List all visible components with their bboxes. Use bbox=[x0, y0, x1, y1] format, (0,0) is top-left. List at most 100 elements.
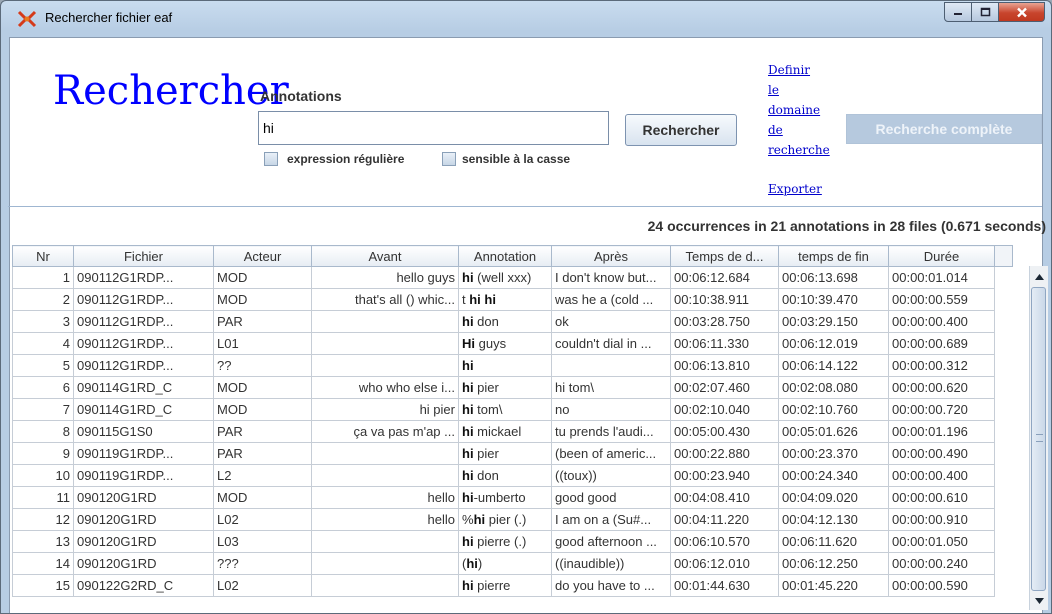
cell-file: 090114G1RD_C bbox=[73, 376, 214, 399]
cell-annotation: (hi) bbox=[458, 552, 552, 575]
table-row[interactable]: 4 090112G1RDP... L01 Hi guys couldn't dial i… bbox=[12, 332, 1013, 355]
col-header-annotation[interactable]: Annotation bbox=[458, 245, 552, 267]
cell-after: (been of americ... bbox=[551, 442, 671, 465]
cell-duration: 00:00:01.050 bbox=[888, 530, 995, 553]
maximize-button[interactable] bbox=[972, 2, 999, 22]
close-button[interactable] bbox=[999, 2, 1045, 22]
table-row[interactable]: 6 090114G1RD_C MOD who who else i... hi pier… bbox=[12, 376, 1013, 399]
annotation-match: hi bbox=[462, 446, 474, 461]
vertical-scrollbar[interactable] bbox=[1029, 266, 1048, 610]
table-row[interactable]: 2 090112G1RDP... MOD that's all () whic... t… bbox=[12, 288, 1013, 311]
cell-start: 00:04:11.220 bbox=[670, 508, 779, 531]
scroll-down-button[interactable] bbox=[1032, 593, 1046, 609]
cell-duration: 00:00:01.014 bbox=[888, 266, 995, 289]
cell-actor: PAR bbox=[213, 310, 312, 333]
cell-duration: 00:00:00.689 bbox=[888, 332, 995, 355]
scroll-thumb[interactable] bbox=[1031, 287, 1046, 591]
cell-annotation: t hi hi bbox=[458, 288, 552, 311]
table-row[interactable]: 9 090119G1RDP... PAR hi pier (been of americ… bbox=[12, 442, 1013, 465]
cell-actor: L03 bbox=[213, 530, 312, 553]
cell-start: 00:00:23.940 bbox=[670, 464, 779, 487]
full-search-button[interactable]: Recherche complète bbox=[846, 114, 1042, 144]
cell-duration: 00:00:00.312 bbox=[888, 354, 995, 377]
cell-nr: 6 bbox=[12, 376, 74, 399]
cell-before bbox=[311, 442, 459, 465]
cell-actor: L2 bbox=[213, 464, 312, 487]
annotation-match: hi bbox=[462, 468, 474, 483]
annotation-post: pier bbox=[473, 446, 499, 461]
annotation-post: pier (.) bbox=[485, 512, 527, 527]
cell-end: 00:00:23.370 bbox=[778, 442, 889, 465]
col-header-acteur[interactable]: Acteur bbox=[213, 245, 312, 267]
annotation-match: hi bbox=[462, 314, 474, 329]
table-row[interactable]: 14 090120G1RD??? (hi) ((inaudible)) 00:06:12… bbox=[12, 552, 1013, 575]
export-link[interactable]: Exporter bbox=[768, 179, 822, 199]
col-header-nr[interactable]: Nr bbox=[12, 245, 74, 267]
cell-after: ((toux)) bbox=[551, 464, 671, 487]
table-row[interactable]: 8 090115G1S0 PAR ça va pas m'ap ... hi micka… bbox=[12, 420, 1013, 443]
app-logo-icon bbox=[17, 10, 37, 28]
minimize-icon bbox=[954, 13, 962, 15]
cell-file: 090120G1RD bbox=[73, 486, 214, 509]
cell-before: who who else i... bbox=[311, 376, 459, 399]
search-heading: Rechercher bbox=[53, 68, 289, 114]
cell-annotation: hi pier bbox=[458, 376, 552, 399]
cell-duration: 00:00:00.400 bbox=[888, 310, 995, 333]
col-header-apres[interactable]: Après bbox=[551, 245, 671, 267]
table-row[interactable]: 10 090119G1RDP... L2 hi don ((toux)) 00:00:23… bbox=[12, 464, 1013, 487]
table-row[interactable]: 5 090112G1RDP...?? hi 00:06:13.810 00:06:14.… bbox=[12, 354, 1013, 377]
cell-nr: 1 bbox=[12, 266, 74, 289]
minimize-button[interactable] bbox=[944, 2, 972, 22]
cell-annotation: hi pierre bbox=[458, 574, 552, 597]
table-row[interactable]: 15 090122G2RD_C L02 hi pierre do you have to… bbox=[12, 574, 1013, 597]
col-header-temps-debut[interactable]: Temps de d... bbox=[670, 245, 779, 267]
scroll-grip bbox=[1036, 434, 1043, 442]
cell-start: 00:06:12.010 bbox=[670, 552, 779, 575]
cell-actor: MOD bbox=[213, 376, 312, 399]
results-table: Nr Fichier Acteur Avant Annotation Après… bbox=[12, 245, 1013, 597]
case-sensitive-label: sensible à la casse bbox=[462, 152, 571, 166]
regex-checkbox[interactable] bbox=[264, 152, 278, 166]
cell-duration: 00:00:00.720 bbox=[888, 398, 995, 421]
table-row[interactable]: 11 090120G1RD MOD hello hi-umberto good good 0… bbox=[12, 486, 1013, 509]
annotation-post: mickael bbox=[473, 424, 522, 439]
table-row[interactable]: 7 090114G1RD_C MOD hi pier hi tom\ no 00:02:10… bbox=[12, 398, 1013, 421]
cell-nr: 12 bbox=[12, 508, 74, 531]
col-header-fichier[interactable]: Fichier bbox=[73, 245, 214, 267]
cell-end: 00:03:29.150 bbox=[778, 310, 889, 333]
search-button[interactable]: Rechercher bbox=[625, 114, 737, 146]
cell-start: 00:06:11.330 bbox=[670, 332, 779, 355]
annotation-post: -umberto bbox=[473, 490, 526, 505]
cell-annotation: hi-umberto bbox=[458, 486, 552, 509]
table-row[interactable]: 1 090112G1RDP... MOD hello guys hi (well xxx… bbox=[12, 266, 1013, 289]
cell-after: good afternoon ... bbox=[551, 530, 671, 553]
annotation-pre: % bbox=[462, 512, 474, 527]
col-header-avant[interactable]: Avant bbox=[311, 245, 459, 267]
cell-end: 00:06:13.698 bbox=[778, 266, 889, 289]
cell-actor: MOD bbox=[213, 288, 312, 311]
col-header-duree[interactable]: Durée bbox=[888, 245, 995, 267]
define-domain-link-line3[interactable]: domaine bbox=[768, 100, 820, 120]
cell-start: 00:06:12.684 bbox=[670, 266, 779, 289]
cell-start: 00:04:08.410 bbox=[670, 486, 779, 509]
col-header-temps-fin[interactable]: temps de fin bbox=[778, 245, 889, 267]
search-input[interactable] bbox=[258, 111, 609, 145]
annotation-post: don bbox=[473, 468, 499, 483]
define-domain-link-line4[interactable]: de bbox=[768, 120, 783, 140]
cell-before: hello bbox=[311, 508, 459, 531]
scroll-up-icon bbox=[1034, 274, 1044, 280]
table-row[interactable]: 13 090120G1RD L03 hi pierre (.) good afterno… bbox=[12, 530, 1013, 553]
cell-actor: MOD bbox=[213, 398, 312, 421]
define-domain-link-line1[interactable]: Definir bbox=[768, 60, 810, 80]
define-domain-link-line2[interactable]: le bbox=[768, 80, 779, 100]
scroll-up-button[interactable] bbox=[1032, 269, 1046, 285]
case-sensitive-checkbox[interactable] bbox=[442, 152, 456, 166]
annotation-match: hi bbox=[462, 270, 474, 285]
table-row[interactable]: 3 090112G1RDP... PAR hi don ok 00:03:28.750 00… bbox=[12, 310, 1013, 333]
cell-end: 00:04:09.020 bbox=[778, 486, 889, 509]
cell-file: 090112G1RDP... bbox=[73, 332, 214, 355]
cell-start: 00:02:10.040 bbox=[670, 398, 779, 421]
define-domain-link-line5[interactable]: recherche bbox=[768, 140, 830, 160]
cell-before bbox=[311, 332, 459, 355]
table-row[interactable]: 12 090120G1RD L02 hello %hi pier (.) I am on … bbox=[12, 508, 1013, 531]
